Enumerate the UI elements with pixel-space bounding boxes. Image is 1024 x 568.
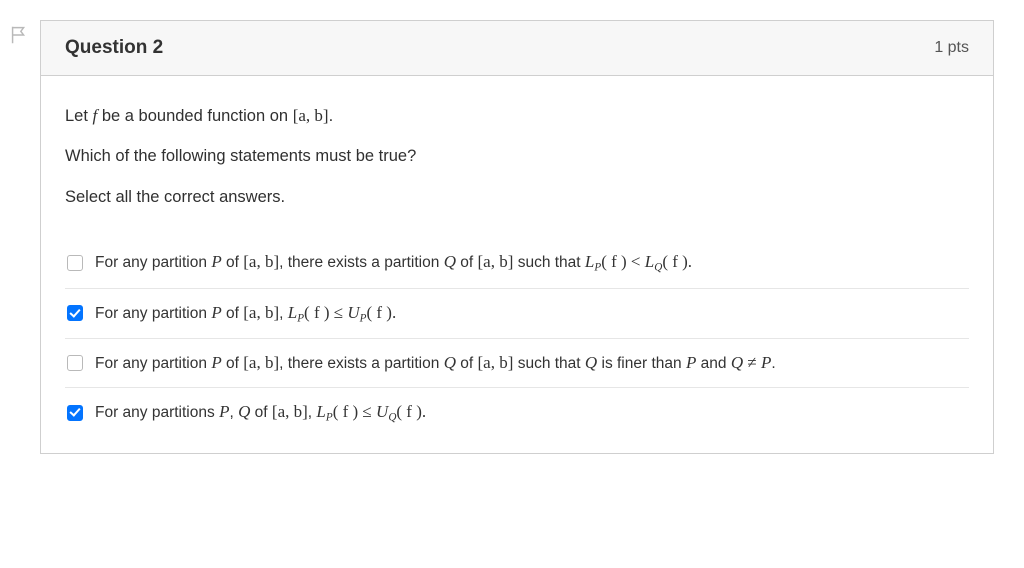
question-body: Let f be a bounded function on [a, b]. W… [41, 76, 993, 453]
math-P: P [211, 252, 221, 271]
math-P: P [686, 353, 696, 372]
text: of [222, 355, 244, 372]
text: For any partitions [95, 404, 219, 421]
math-ab: [a, b] [478, 252, 514, 271]
question-header: Question 2 1 pts [41, 21, 993, 76]
text: is finer than [597, 355, 686, 372]
math-Q: Q [585, 353, 597, 372]
math-ab: [a, b] [243, 353, 279, 372]
math-ab: [a, b] [243, 252, 279, 271]
text: of [222, 305, 244, 322]
math-arg: ( f ) ≤ [304, 303, 347, 322]
question-points: 1 pts [934, 39, 969, 57]
options-list: For any partition P of [a, b], there exi… [65, 238, 969, 437]
text: of [456, 254, 478, 271]
math-ab: [a, b] [272, 402, 308, 421]
checkbox[interactable] [67, 305, 83, 321]
checkbox[interactable] [67, 405, 83, 421]
text: such that [513, 355, 585, 372]
math-L: L [585, 252, 594, 271]
text: of [222, 254, 244, 271]
math-arg: ( f ). [366, 303, 396, 322]
text: . [329, 107, 334, 125]
checkbox[interactable] [67, 355, 83, 371]
math-L: L [645, 252, 654, 271]
text: such that [513, 254, 585, 271]
option-text: For any partitions P, Q of [a, b], LP( f… [95, 402, 426, 423]
question-card: Question 2 1 pts Let f be a bounded func… [40, 20, 994, 454]
text: and [696, 355, 730, 372]
text: of [250, 404, 272, 421]
math-neq: ≠ [743, 353, 761, 372]
checkbox[interactable] [67, 255, 83, 271]
option-1[interactable]: For any partition P of [a, b], there exi… [65, 238, 969, 287]
option-2[interactable]: For any partition P of [a, b], LP( f ) ≤… [65, 288, 969, 338]
text: of [456, 355, 478, 372]
text: . [771, 355, 775, 372]
math-arg: ( f ) < [601, 252, 645, 271]
option-text: For any partition P of [a, b], there exi… [95, 252, 692, 273]
prompt-line-1: Let f be a bounded function on [a, b]. [65, 102, 969, 129]
text: For any partition [95, 254, 211, 271]
math-ab: [a, b] [478, 353, 514, 372]
math-P: P [761, 353, 771, 372]
text: be a bounded function on [97, 107, 292, 125]
prompt-line-2: Which of the following statements must b… [65, 143, 969, 169]
math-Q: Q [444, 252, 456, 271]
math-L: L [288, 303, 297, 322]
math-P: P [219, 402, 229, 421]
text: , [229, 404, 238, 421]
math-arg: ( f ). [396, 402, 426, 421]
question-title: Question 2 [65, 37, 163, 59]
math-P: P [211, 353, 221, 372]
math-U: U [376, 402, 388, 421]
text: , [279, 305, 288, 322]
option-4[interactable]: For any partitions P, Q of [a, b], LP( f… [65, 387, 969, 437]
math-ab: [a, b] [243, 303, 279, 322]
prompt-line-3: Select all the correct answers. [65, 184, 969, 210]
text: Let [65, 107, 93, 125]
text: For any partition [95, 355, 211, 372]
math-interval: [a, b] [293, 106, 329, 125]
math-arg: ( f ). [662, 252, 692, 271]
math-arg: ( f ) ≤ [333, 402, 376, 421]
option-text: For any partition P of [a, b], there exi… [95, 353, 776, 373]
math-U: U [347, 303, 359, 322]
text: , there exists a partition [279, 355, 444, 372]
math-Q: Q [731, 353, 743, 372]
option-3[interactable]: For any partition P of [a, b], there exi… [65, 338, 969, 387]
option-text: For any partition P of [a, b], LP( f ) ≤… [95, 303, 396, 324]
flag-icon[interactable] [8, 24, 32, 48]
text: For any partition [95, 305, 211, 322]
math-sub-P: P [326, 411, 333, 423]
math-P: P [211, 303, 221, 322]
text: , there exists a partition [279, 254, 444, 271]
math-L: L [316, 402, 325, 421]
math-Q: Q [444, 353, 456, 372]
math-Q: Q [238, 402, 250, 421]
